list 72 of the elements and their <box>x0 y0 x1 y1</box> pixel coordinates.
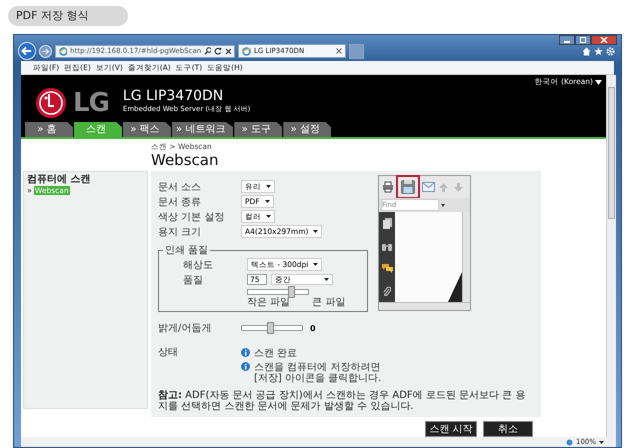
close-button[interactable] <box>591 35 617 45</box>
bullet-mark: » <box>27 186 32 195</box>
status-message: 스캔을 컴퓨터에 저장하려면 [저장] 아이콘을 클릭합니다. <box>254 362 382 384</box>
maximize-button[interactable] <box>575 35 591 45</box>
caret-icon <box>313 263 318 266</box>
scrollbar[interactable] <box>462 212 470 302</box>
back-button[interactable] <box>18 42 36 60</box>
sidebar-heading: 컴퓨터에 스캔 <box>27 174 92 186</box>
field-label: 밝게/어둡게 <box>158 322 212 335</box>
paperclip-icon[interactable] <box>383 286 391 296</box>
caret-icon <box>595 80 602 84</box>
slider-track[interactable] <box>241 325 303 331</box>
field-label: 품질 <box>182 274 204 286</box>
binoculars-icon[interactable] <box>382 242 392 252</box>
slider-thumb[interactable] <box>288 286 296 298</box>
nav-tab[interactable]: » 팩스 <box>123 122 171 137</box>
save-icon[interactable] <box>400 179 416 195</box>
group-legend: 인쇄 품질 <box>163 243 210 257</box>
close-icon <box>600 37 608 43</box>
field-label: 상태 <box>158 346 179 360</box>
zoom-icon <box>566 438 573 446</box>
minimize-button[interactable] <box>559 35 575 45</box>
nav-tab[interactable]: » 홈 <box>25 122 73 137</box>
browser-logo-icon <box>59 46 68 56</box>
nav-tab[interactable]: » 네트워크 <box>172 122 234 137</box>
pages-icon[interactable] <box>382 218 392 230</box>
caret-icon[interactable] <box>441 204 445 206</box>
caret-icon <box>266 215 271 218</box>
slider-value: 0 <box>310 324 316 332</box>
browser-logo-icon <box>242 46 251 56</box>
forward-button[interactable] <box>39 44 52 58</box>
search-icon[interactable] <box>204 47 212 55</box>
envelope-icon[interactable] <box>422 182 435 192</box>
page-title: Webscan <box>151 152 220 169</box>
scrollbar[interactable] <box>606 75 616 437</box>
slider-track[interactable] <box>247 289 309 295</box>
star-icon[interactable] <box>594 46 603 56</box>
caret-icon <box>266 185 271 188</box>
field-label: 문서 소스 <box>158 180 202 194</box>
field-label: 색상 기본 설정 <box>158 210 226 224</box>
close-icon[interactable] <box>336 48 342 54</box>
home-icon[interactable] <box>582 46 591 56</box>
caret-icon <box>313 230 318 233</box>
caret-icon[interactable] <box>599 440 604 444</box>
stop-icon[interactable] <box>224 48 231 54</box>
nav-tab[interactable]: » 도구 <box>234 122 282 137</box>
field-label: 용지 크기 <box>158 226 202 238</box>
refresh-icon[interactable] <box>214 47 222 55</box>
logo-text: LG <box>73 88 109 118</box>
info-icon <box>241 362 250 371</box>
info-icon <box>241 348 250 357</box>
logo-icon <box>35 86 67 118</box>
note-text: 참고: ADF(자동 문서 공급 장치)에서 스캔하는 경우 ADF에 로드된 문서보다 큰 용지를 선택하면 스캔한 문서에 문제가 발생할 수 있습니다. <box>158 390 526 412</box>
comment-icon[interactable] <box>382 264 392 273</box>
maximize-icon <box>579 37 587 43</box>
nav-tab[interactable]: » 설정 <box>283 122 332 137</box>
section-heading: PDF 저장 형식 <box>8 6 128 26</box>
status-message: 스캔 완료 <box>254 348 298 359</box>
slider-max-label: 큰 파일 <box>312 297 346 309</box>
field-label: 문서 종류 <box>158 196 202 208</box>
printer-icon[interactable] <box>382 181 394 193</box>
caret-icon <box>324 278 329 281</box>
product-title: LG LIP3470DN <box>122 88 224 104</box>
slider-thumb[interactable] <box>267 322 274 334</box>
scrollbar[interactable] <box>379 302 470 310</box>
settings-icon[interactable] <box>606 46 615 56</box>
page-content-shape <box>448 272 462 302</box>
action-button[interactable]: 취소 <box>483 421 533 437</box>
slider-min-label: 작은 파일 <box>247 297 290 309</box>
field-label: 해상도 <box>182 258 214 272</box>
action-button[interactable]: 스캔 시작 <box>425 421 477 437</box>
caret-icon <box>264 200 270 203</box>
